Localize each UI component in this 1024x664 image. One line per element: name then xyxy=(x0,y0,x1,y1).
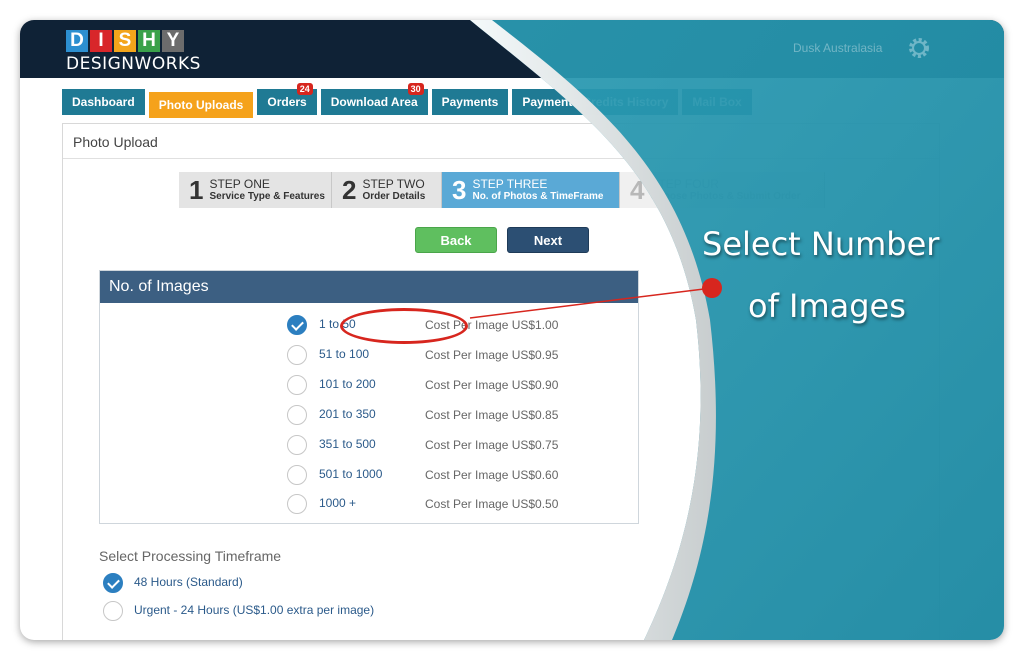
radio-checked-icon[interactable] xyxy=(103,573,123,593)
annotation-text-line1: Select Number xyxy=(702,225,940,263)
option-label: 51 to 100 xyxy=(319,347,370,361)
processing-option[interactable]: Urgent - 24 Hours (US$1.00 extra per ima… xyxy=(103,600,423,622)
step-two[interactable]: 2 STEP TWO Order Details xyxy=(332,172,442,208)
option-cost: Cost Per Image US$0.85 xyxy=(425,408,559,422)
option-cost: Cost Per Image US$0.90 xyxy=(425,378,559,392)
main-nav-tabs: Dashboard Photo Uploads Orders 24 Downloa… xyxy=(62,83,752,118)
annotation-circle xyxy=(340,308,468,344)
tab-photo-uploads[interactable]: Photo Uploads xyxy=(148,92,254,118)
radio-icon[interactable] xyxy=(287,405,307,425)
step-wizard: 1 STEP ONE Service Type & Features 2 STEP… xyxy=(179,172,825,208)
image-count-option[interactable]: 201 to 350 Cost Per Image US$0.85 xyxy=(287,404,567,426)
option-label: 48 Hours (Standard) xyxy=(134,575,243,589)
step-subtitle: Service Type & Features xyxy=(209,190,325,202)
option-cost: Cost Per Image US$0.60 xyxy=(425,468,559,482)
step-number: 3 xyxy=(452,174,467,205)
tab-label: Mail Box xyxy=(692,95,742,109)
radio-icon[interactable] xyxy=(287,494,307,514)
step-title: STEP FOUR xyxy=(650,176,719,191)
step-subtitle: Order Details xyxy=(362,190,426,202)
step-title: STEP THREE xyxy=(472,176,548,191)
logo-letter: I xyxy=(90,30,112,52)
radio-icon[interactable] xyxy=(287,465,307,485)
image-count-option[interactable]: 1000 + Cost Per Image US$0.50 xyxy=(287,493,567,515)
logo-letters: D I S H Y xyxy=(66,30,201,52)
radio-icon[interactable] xyxy=(103,601,123,621)
logo-letter: Y xyxy=(162,30,184,52)
tab-label: Photo Uploads xyxy=(158,98,244,112)
box-title: No. of Images xyxy=(100,271,638,303)
user-name[interactable]: Dusk Australasia xyxy=(793,41,882,55)
orders-count-badge: 24 xyxy=(296,83,313,95)
tab-label: Dashboard xyxy=(72,95,135,109)
step-three[interactable]: 3 STEP THREE No. of Photos & TimeFrame xyxy=(442,172,620,208)
logo-letter: H xyxy=(138,30,160,52)
tab-label: Orders xyxy=(267,95,307,109)
tab-payments-credits-history[interactable]: Payments/Credits History xyxy=(512,89,679,115)
option-cost: Cost Per Image US$0.50 xyxy=(425,497,559,511)
processing-timeframe-title: Select Processing Timeframe xyxy=(99,548,282,564)
logo-subtitle: DESIGNWORKS xyxy=(66,54,201,74)
image-count-option[interactable]: 51 to 100 Cost Per Image US$0.95 xyxy=(287,344,567,366)
logo-letter: D xyxy=(66,30,88,52)
tab-mail-box[interactable]: Mail Box xyxy=(682,89,752,115)
radio-icon[interactable] xyxy=(287,435,307,455)
option-cost: Cost Per Image US$0.95 xyxy=(425,348,559,362)
step-title: STEP TWO xyxy=(362,176,425,191)
step-number: 4 xyxy=(630,174,645,205)
tab-dashboard[interactable]: Dashboard xyxy=(62,89,145,115)
screenshot-frame: D I S H Y DESIGNWORKS Dashboard Photo Up… xyxy=(20,20,1004,640)
panel-title: Photo Upload xyxy=(73,134,158,150)
step-number: 1 xyxy=(189,174,204,205)
image-count-option[interactable]: 501 to 1000 Cost Per Image US$0.60 xyxy=(287,464,567,486)
step-four[interactable]: 4 STEP FOUR Choose Photos & Submit Order xyxy=(620,172,825,208)
step-number: 2 xyxy=(342,174,357,205)
tab-label: Payments xyxy=(441,95,499,109)
option-label: Urgent - 24 Hours (US$1.00 extra per ima… xyxy=(134,603,375,617)
radio-icon[interactable] xyxy=(287,345,307,365)
image-count-option[interactable]: 101 to 200 Cost Per Image US$0.90 xyxy=(287,374,567,396)
tab-label: Payments/Credits History xyxy=(522,95,669,109)
tab-payments[interactable]: Payments xyxy=(431,89,509,115)
option-label: 201 to 350 xyxy=(319,407,376,421)
annotation-text-line2: of Images xyxy=(748,287,906,325)
next-button[interactable]: Next xyxy=(507,227,589,253)
step-subtitle: Choose Photos & Submit Order xyxy=(650,190,801,202)
option-cost: Cost Per Image US$0.75 xyxy=(425,438,559,452)
radio-icon[interactable] xyxy=(287,375,307,395)
brand-logo[interactable]: D I S H Y DESIGNWORKS xyxy=(66,30,201,74)
step-title: STEP ONE xyxy=(209,176,270,191)
step-subtitle: No. of Photos & TimeFrame xyxy=(472,190,604,202)
divider xyxy=(63,158,939,159)
logo-letter: S xyxy=(114,30,136,52)
image-count-option[interactable]: 351 to 500 Cost Per Image US$0.75 xyxy=(287,434,567,456)
option-label: 1000 + xyxy=(319,496,357,510)
step-one[interactable]: 1 STEP ONE Service Type & Features xyxy=(179,172,332,208)
radio-checked-icon[interactable] xyxy=(287,315,307,335)
processing-option[interactable]: 48 Hours (Standard) xyxy=(103,572,423,594)
tab-label: Download Area xyxy=(330,95,418,109)
back-button[interactable]: Back xyxy=(415,227,497,253)
option-label: 101 to 200 xyxy=(319,377,376,391)
tab-orders[interactable]: Orders 24 xyxy=(257,83,317,115)
tab-download-area[interactable]: Download Area 30 xyxy=(320,83,428,115)
option-label: 351 to 500 xyxy=(319,437,376,451)
download-count-badge: 30 xyxy=(407,83,424,95)
option-label: 501 to 1000 xyxy=(319,467,383,481)
